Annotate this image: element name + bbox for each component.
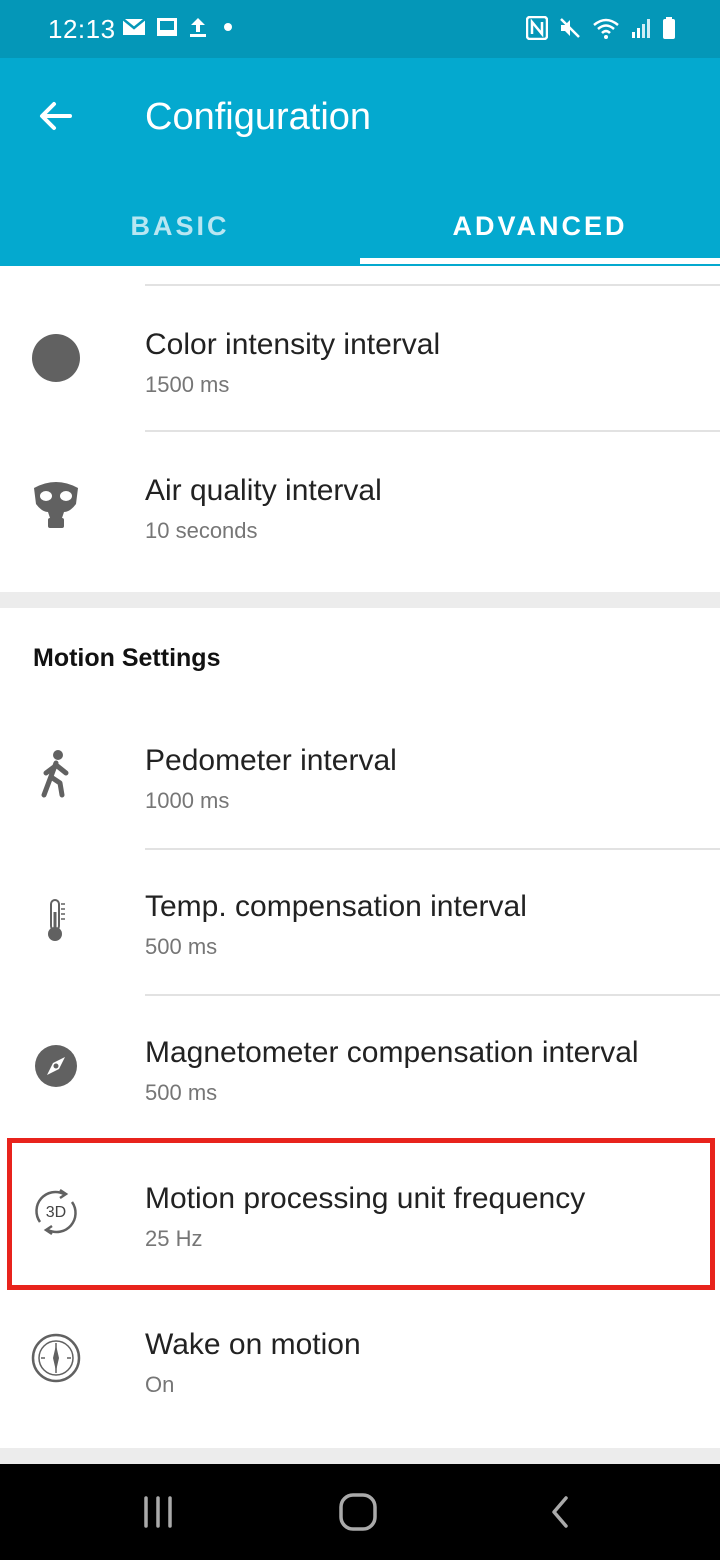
item-title: Pedometer interval bbox=[145, 744, 397, 777]
battery-icon bbox=[662, 16, 676, 45]
gallery-icon bbox=[156, 17, 178, 42]
dial-icon bbox=[28, 1330, 84, 1386]
home-icon bbox=[339, 1493, 377, 1531]
item-value: 1500 ms bbox=[145, 372, 230, 397]
motion-settings-card: Motion Settings Pedometer interval 1000 … bbox=[0, 608, 720, 1448]
list-item-air-quality[interactable]: Air quality interval 10 seconds bbox=[0, 432, 720, 578]
status-bar: 12:13 bbox=[0, 0, 720, 58]
environment-settings-card: Color intensity interval 1500 ms Air qua… bbox=[0, 266, 720, 592]
color-circle-icon bbox=[28, 330, 84, 386]
upload-icon bbox=[188, 16, 208, 43]
item-title: Air quality interval bbox=[145, 474, 382, 507]
item-value: 25 Hz bbox=[145, 1226, 203, 1251]
status-time: 12:13 bbox=[48, 14, 116, 44]
mute-icon bbox=[558, 16, 582, 45]
rotate-3d-icon: 3D bbox=[28, 1184, 84, 1240]
walking-person-icon bbox=[28, 746, 84, 802]
item-title: Color intensity interval bbox=[145, 328, 441, 361]
item-title: Motion processing unit frequency bbox=[145, 1182, 586, 1215]
mail-icon bbox=[122, 17, 146, 42]
list-item-color-intensity[interactable]: Color intensity interval 1500 ms bbox=[0, 286, 720, 432]
nfc-icon bbox=[525, 15, 549, 45]
system-nav-bar bbox=[0, 1464, 720, 1560]
item-value: On bbox=[145, 1372, 175, 1397]
wifi-icon bbox=[592, 16, 620, 45]
item-value: 500 ms bbox=[145, 934, 218, 959]
back-nav-icon bbox=[552, 1496, 568, 1528]
list-item-motion-processing-frequency[interactable]: 3D Motion processing unit frequency 25 H… bbox=[0, 1140, 720, 1286]
item-value: 10 seconds bbox=[145, 518, 258, 543]
tab-advanced[interactable]: ADVANCED bbox=[360, 186, 720, 266]
thermometer-icon bbox=[28, 892, 84, 948]
back-nav-button[interactable] bbox=[530, 1482, 590, 1542]
item-title: Wake on motion bbox=[145, 1328, 361, 1361]
dot-icon bbox=[218, 17, 238, 42]
home-button[interactable] bbox=[328, 1482, 388, 1542]
page-title: Configuration bbox=[145, 96, 372, 138]
compass-icon bbox=[28, 1038, 84, 1094]
list-item-temp-compensation[interactable]: Temp. compensation interval 500 ms bbox=[0, 848, 720, 994]
recents-button[interactable] bbox=[128, 1482, 188, 1542]
item-title: Temp. compensation interval bbox=[145, 890, 527, 923]
list-item-magnetometer-compensation[interactable]: Magnetometer compensation interval 500 m… bbox=[0, 994, 720, 1140]
rotate-3d-label: 3D bbox=[46, 1204, 66, 1221]
item-value: 1000 ms bbox=[145, 788, 230, 813]
list-item-wake-on-motion[interactable]: Wake on motion On bbox=[0, 1286, 720, 1432]
tab-basic[interactable]: BASIC bbox=[0, 186, 360, 266]
section-title: Motion Settings bbox=[33, 644, 221, 672]
item-value: 500 ms bbox=[145, 1080, 218, 1105]
recents-icon bbox=[144, 1496, 172, 1528]
signal-icon bbox=[630, 16, 652, 45]
back-button[interactable] bbox=[26, 86, 86, 146]
tab-indicator bbox=[360, 258, 720, 264]
gas-mask-icon bbox=[28, 476, 84, 532]
arrow-back-icon bbox=[40, 102, 72, 130]
list-item-pedometer[interactable]: Pedometer interval 1000 ms bbox=[0, 702, 720, 848]
item-title: Magnetometer compensation interval bbox=[145, 1036, 639, 1069]
app-bar: Configuration BASIC ADVANCED bbox=[0, 58, 720, 266]
